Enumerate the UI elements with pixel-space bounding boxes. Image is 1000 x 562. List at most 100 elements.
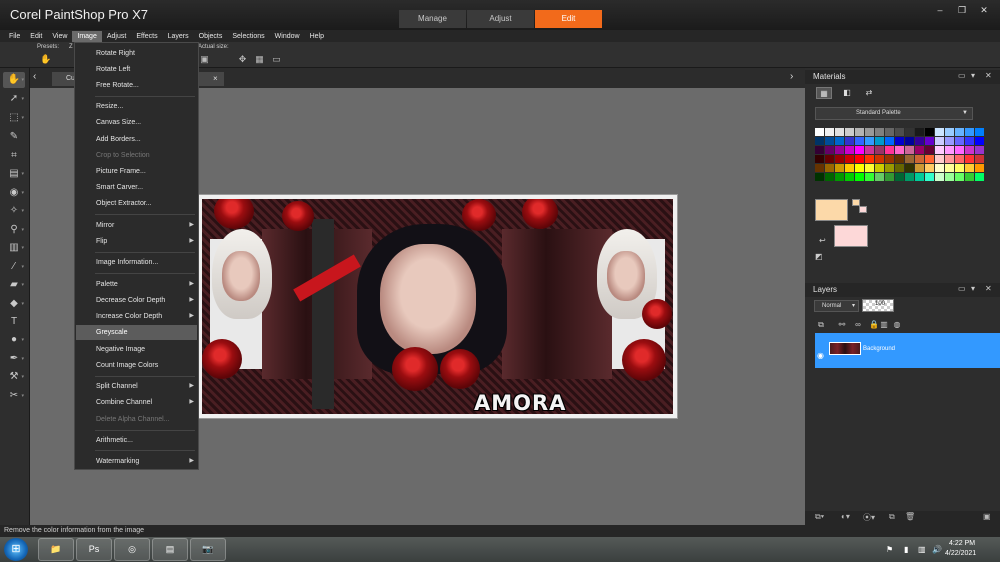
color-swatch[interactable] [835, 173, 844, 181]
menu-item-increase-color-depth[interactable]: Increase Color Depth ▶ [76, 309, 197, 324]
color-swatch[interactable] [975, 128, 984, 136]
color-swatch[interactable] [875, 155, 884, 163]
color-swatch[interactable] [865, 146, 874, 154]
color-swatch[interactable] [905, 155, 914, 163]
color-swatch[interactable] [895, 146, 904, 154]
menu-item-rotate-left[interactable]: Rotate Left [76, 62, 197, 77]
color-swatch[interactable] [965, 128, 974, 136]
blend-mode-select[interactable]: Normal ▾ [814, 300, 859, 312]
color-swatch[interactable] [835, 155, 844, 163]
network-tray-icon[interactable]: ▥ [918, 545, 926, 554]
volume-tray-icon[interactable]: 🔊 [932, 545, 942, 554]
menu-item-flip[interactable]: Flip ▶ [76, 234, 197, 249]
color-swatch[interactable] [895, 173, 904, 181]
color-swatch[interactable] [945, 137, 954, 145]
menu-item-add-borders[interactable]: Add Borders... [76, 132, 197, 147]
overview-icon[interactable]: ▭ [271, 54, 282, 64]
color-swatch[interactable] [935, 128, 944, 136]
close-button[interactable]: ✕ [973, 3, 995, 17]
selection-tool-icon[interactable]: ⬚ ▾ [3, 110, 25, 126]
color-swatch[interactable] [915, 137, 924, 145]
menu-item-resize[interactable]: Resize... [76, 99, 197, 114]
document-tab-close-icon[interactable]: × [213, 74, 218, 83]
color-swatch[interactable] [885, 155, 894, 163]
swap-colors-icon[interactable]: ↩ [819, 236, 826, 245]
color-swatch[interactable] [865, 155, 874, 163]
color-swatch[interactable] [885, 128, 894, 136]
color-swatch[interactable] [875, 137, 884, 145]
color-swatch[interactable] [965, 164, 974, 172]
paint-brush-icon[interactable]: ⁄ ▾ [3, 259, 25, 275]
color-swatch[interactable] [895, 137, 904, 145]
eraser-tool-icon[interactable]: ▰ ▾ [3, 277, 25, 293]
color-swatch[interactable] [845, 173, 854, 181]
color-swatch[interactable] [865, 128, 874, 136]
dropper-tool-icon[interactable]: ✎ [3, 129, 25, 145]
panel-close-icon[interactable]: ✕ [985, 71, 992, 80]
color-swatch[interactable] [835, 164, 844, 172]
color-swatch[interactable] [855, 164, 864, 172]
menu-item-arithmetic[interactable]: Arithmetic... [76, 433, 197, 448]
clock-date[interactable]: 4/22/2021 [945, 550, 976, 557]
tabs-left-arrow-icon[interactable]: ‹ [33, 71, 36, 82]
menu-objects[interactable]: Objects [194, 31, 228, 42]
color-swatch[interactable] [975, 164, 984, 172]
color-swatch[interactable] [925, 146, 934, 154]
clock-time[interactable]: 4:22 PM [949, 540, 975, 547]
color-swatch[interactable] [905, 146, 914, 154]
color-swatch[interactable] [915, 146, 924, 154]
color-swatch[interactable] [855, 146, 864, 154]
color-swatch[interactable] [925, 137, 934, 145]
panel-menu-icon[interactable]: ▾ [971, 71, 975, 80]
color-swatch[interactable] [915, 164, 924, 172]
zoom-move-icon[interactable]: ✥ [237, 54, 248, 64]
tab-manage[interactable]: Manage [399, 10, 466, 28]
tabs-right-arrow-icon[interactable]: › [790, 71, 793, 82]
canvas-image[interactable]: AMORA [197, 194, 678, 419]
color-swatch[interactable] [945, 146, 954, 154]
red-eye-tool-icon[interactable]: ◉ ▾ [3, 185, 25, 201]
color-swatch[interactable] [835, 128, 844, 136]
opacity-field[interactable]: 100 [862, 299, 894, 312]
color-swatch[interactable] [885, 146, 894, 154]
color-swatch[interactable] [875, 173, 884, 181]
color-swatch[interactable] [895, 164, 904, 172]
color-swatch[interactable] [865, 137, 874, 145]
color-swatch[interactable] [925, 173, 934, 181]
color-swatch[interactable] [835, 146, 844, 154]
menu-file[interactable]: File [4, 31, 25, 42]
zoom-fit-icon[interactable]: ▣ [199, 54, 210, 64]
color-swatch[interactable] [935, 164, 944, 172]
color-swatch[interactable] [855, 137, 864, 145]
panel-float-icon[interactable]: ▭ [958, 284, 966, 293]
menu-image[interactable]: Image [72, 30, 102, 42]
color-swatch-grid[interactable] [815, 128, 985, 186]
color-swatch[interactable] [875, 128, 884, 136]
color-swatch[interactable] [815, 146, 824, 154]
paintshop-taskbar-icon[interactable]: 📷 [190, 538, 226, 561]
restore-button[interactable]: ❐ [951, 3, 973, 17]
color-swatch[interactable] [835, 137, 844, 145]
color-swatch[interactable] [825, 146, 834, 154]
color-swatch[interactable] [895, 155, 904, 163]
color-swatch[interactable] [925, 155, 934, 163]
menu-item-negative-image[interactable]: Negative Image [76, 342, 197, 357]
globe-icon[interactable]: ◍ [891, 319, 903, 330]
menu-edit[interactable]: Edit [25, 31, 47, 42]
chrome-taskbar-icon[interactable]: ◎ [114, 538, 150, 561]
battery-tray-icon[interactable]: ▮ [904, 545, 908, 554]
color-swatch[interactable] [895, 128, 904, 136]
color-swatch[interactable] [845, 164, 854, 172]
color-swatch[interactable] [975, 155, 984, 163]
color-swatch[interactable] [855, 155, 864, 163]
menu-item-image-information[interactable]: Image Information... [76, 255, 197, 270]
pen-tool-icon[interactable]: ✒ ▾ [3, 351, 25, 367]
color-swatch[interactable] [955, 128, 964, 136]
color-swatch[interactable] [945, 173, 954, 181]
gradient-tool-icon[interactable]: ▥ ▾ [3, 240, 25, 256]
delete-layer-icon[interactable]: 🗑 [905, 512, 915, 521]
palette-select[interactable]: Standard Palette ▼ [815, 107, 973, 120]
menu-item-combine-channel[interactable]: Combine Channel ▶ [76, 395, 197, 410]
color-swatch[interactable] [845, 137, 854, 145]
color-swatch[interactable] [875, 164, 884, 172]
